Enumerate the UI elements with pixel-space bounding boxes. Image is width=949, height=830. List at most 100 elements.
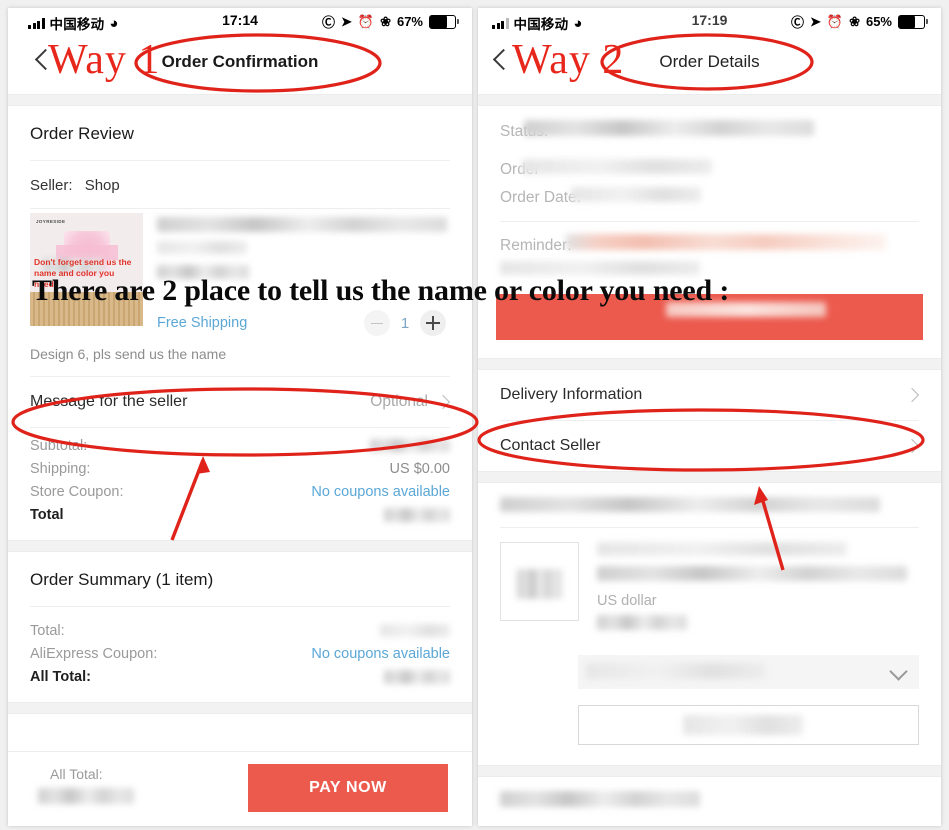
order-summary-title: Order Summary (1 item) (30, 570, 214, 589)
summary-line: Total: (30, 619, 450, 642)
reminder-row: Reminder: (478, 222, 941, 257)
currency-label: US dollar (597, 593, 657, 609)
order-item-meta: US dollar (579, 542, 919, 635)
section-gap (478, 471, 941, 483)
delivery-information-row[interactable]: Delivery Information (478, 370, 941, 420)
status-bar-right: 中国移动 ◕ 17:19 Ⓒ ➤ ⏰ ❀ 65% (478, 8, 941, 38)
price-line: Subtotal: (30, 434, 450, 457)
text-input-field[interactable] (578, 705, 919, 745)
location-arrow-icon: ➤ (809, 13, 821, 29)
section-gap (478, 358, 941, 370)
contact-seller-label: Contact Seller (500, 437, 601, 454)
chevron-right-icon (904, 438, 920, 454)
order-date-blurred (570, 187, 701, 202)
product-thumbnail[interactable]: JOYRESIDE Don't forget send us the name … (30, 213, 143, 326)
chevron-down-icon (889, 662, 908, 681)
section-gap (478, 94, 941, 106)
quantity-stepper[interactable]: 1 (364, 310, 446, 336)
order-item-thumbnail[interactable] (500, 542, 579, 621)
summary-value-blurred (380, 624, 450, 637)
order-date-label: Order Date: (500, 189, 581, 206)
pay-bar-total-label: All Total: (50, 766, 103, 782)
seller-row[interactable]: Seller: Shop (8, 161, 472, 208)
price-label: Shipping: (30, 460, 91, 477)
status-row: Status: (478, 106, 941, 143)
alarm-clock-icon: ⏰ (357, 13, 375, 29)
delivery-information-label: Delivery Information (500, 386, 643, 403)
annotation-way2-label: Way 2 (512, 37, 625, 83)
order-summary-section: Order Summary (1 item) Total: AliExpress… (8, 552, 472, 702)
battery-percent-label: 65% (865, 14, 892, 29)
price-value: US $0.00 (389, 460, 450, 477)
status-bar-right-group: Ⓒ ➤ ⏰ ❀ 67% (321, 12, 459, 31)
message-for-seller-label: Message for the seller (30, 393, 188, 410)
order-detail-header: Status: Order Order Date: Reminder: (478, 106, 941, 358)
product-image-brand: JOYRESIDE (36, 219, 66, 224)
section-gap (8, 94, 472, 106)
store-name-blurred (478, 483, 941, 527)
product-subtitle-blurred (157, 241, 450, 259)
status-value-blurred (524, 120, 815, 136)
chevron-right-icon (904, 387, 920, 403)
price-label: Store Coupon: (30, 483, 124, 500)
rotation-lock-icon: Ⓒ (321, 15, 335, 30)
quantity-increase-button[interactable] (420, 310, 446, 336)
seller-line: Seller: Shop (30, 177, 120, 194)
location-arrow-icon: ➤ (340, 13, 352, 29)
summary-label: All Total: (30, 668, 91, 685)
battery-percent-label: 67% (396, 14, 423, 29)
store-coupon-link[interactable]: No coupons available (311, 484, 450, 500)
summary-value-blurred (384, 669, 450, 684)
rotation-lock-icon: Ⓒ (790, 15, 804, 30)
phone-screen-order-details: 中国移动 ◕ 17:19 Ⓒ ➤ ⏰ ❀ 65% Order Details S… (478, 8, 941, 826)
quantity-value: 1 (400, 314, 410, 332)
price-value-blurred (384, 507, 450, 522)
battery-icon (898, 14, 928, 29)
aliexpress-coupon-link[interactable]: No coupons available (311, 646, 450, 662)
message-for-seller-row[interactable]: Message for the seller Optional (8, 377, 472, 427)
option-select[interactable] (578, 655, 919, 689)
screenshot-root: 中国移动 ◕ 17:14 Ⓒ ➤ ⏰ ❀ 67% Order Confirmat… (0, 0, 949, 830)
seller-label: Seller: (30, 177, 73, 194)
order-item-row[interactable]: US dollar (478, 528, 941, 639)
annotation-way1-label: Way 1 (48, 37, 161, 83)
message-for-seller-value: Optional (370, 393, 428, 410)
product-row[interactable]: JOYRESIDE Don't forget send us the name … (8, 209, 472, 336)
footer-section (478, 777, 941, 826)
order-date-row: Order Date: (478, 181, 941, 209)
order-number-blurred (521, 159, 712, 174)
message-for-seller-value-group: Optional (370, 393, 451, 411)
annotation-overlay-sentence: There are 2 place to tell us the name or… (32, 274, 730, 307)
price-line-total: Total (30, 503, 450, 526)
free-shipping-label: Free Shipping (157, 315, 248, 331)
order-item-price-blurred (597, 615, 919, 635)
summary-label: AliExpress Coupon: (30, 645, 158, 662)
bluetooth-icon: ❀ (380, 13, 391, 29)
chevron-right-icon (435, 394, 451, 410)
pay-now-button[interactable]: PAY NOW (248, 764, 448, 812)
order-summary-list: Total: AliExpress Coupon: No coupons ava… (8, 607, 472, 702)
section-gap (478, 765, 941, 777)
contact-seller-row[interactable]: Contact Seller (478, 421, 941, 471)
price-label: Subtotal: (30, 437, 88, 454)
product-variant-label: Design 6, pls send us the name (30, 346, 227, 362)
summary-line-total: All Total: (30, 665, 450, 688)
order-item-title-blurred (597, 542, 919, 561)
seller-name: Shop (84, 177, 120, 194)
section-gap (8, 702, 472, 714)
detail-links-section: Delivery Information Contact Seller (478, 370, 941, 471)
pay-bar-total-amount (38, 788, 134, 809)
shipping-and-qty: Free Shipping 1 (157, 310, 450, 336)
order-item-subtitle-blurred (597, 566, 919, 586)
status-bar-right-group: Ⓒ ➤ ⏰ ❀ 65% (790, 12, 928, 31)
reminder-label: Reminder: (500, 237, 572, 254)
order-review-title: Order Review (30, 124, 134, 143)
reminder-value-blurred (565, 234, 886, 250)
order-number-row: Order (478, 157, 941, 181)
quantity-decrease-button[interactable] (364, 310, 390, 336)
order-item-section: US dollar (478, 483, 941, 765)
bluetooth-icon: ❀ (849, 13, 860, 29)
summary-line[interactable]: AliExpress Coupon: No coupons available (30, 642, 450, 665)
phone-screen-order-confirmation: 中国移动 ◕ 17:14 Ⓒ ➤ ⏰ ❀ 67% Order Confirmat… (8, 8, 472, 826)
price-line[interactable]: Store Coupon: No coupons available (30, 480, 450, 503)
